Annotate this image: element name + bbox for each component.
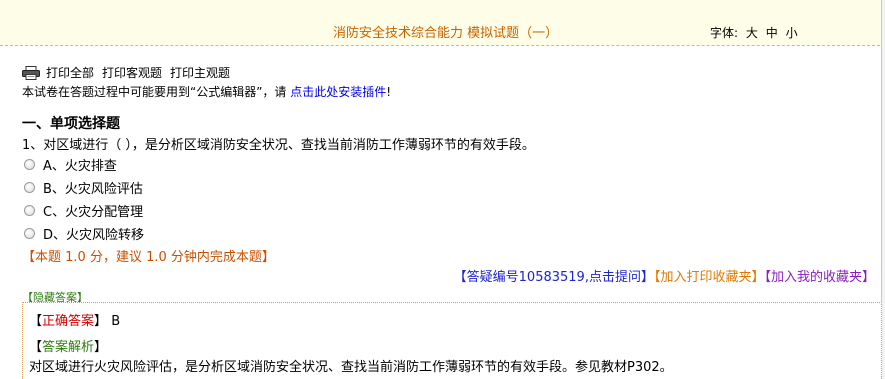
radio-button[interactable] [24,159,35,170]
print-subjective-link[interactable]: 打印主观题 [170,64,230,81]
option-b[interactable]: B、火灾风险评估 [24,178,143,197]
ask-question-link[interactable]: 【答疑编号10583519,点击提问】 [454,270,654,285]
install-plugin-link[interactable]: 点击此处安装插件 [290,85,386,99]
print-objective-link[interactable]: 打印客观题 [102,64,162,81]
question-actions: 【答疑编号10583519,点击提问】【加入打印收藏夹】【加入我的收藏夹】 [454,266,875,285]
font-large-option[interactable]: 大 [746,26,758,40]
plugin-notice: 本试卷在答题过程中可能要用到“公式编辑器”，请 点击此处安装插件! [22,83,391,100]
analysis-label: 答案解析 [42,340,95,355]
option-a-label: A、火灾排查 [43,159,117,174]
add-print-favorites-link[interactable]: 【加入打印收藏夹】 [654,270,765,285]
bracket-open: 【 [29,314,43,329]
bracket-open: 【 [29,340,43,355]
option-b-label: B、火灾风险评估 [43,182,143,197]
option-a[interactable]: A、火灾排查 [24,155,117,174]
question-text: 1、对区域进行（ ），是分析区域消防安全状况、查找当前消防工作薄弱环节的有效手段… [22,138,535,153]
add-my-favorites-link[interactable]: 【加入我的收藏夹】 [764,270,875,285]
exam-header: 消防安全技术综合能力 模拟试题（一） 字体: 大 中 小 [0,0,885,46]
font-small-option[interactable]: 小 [786,26,798,40]
print-toolbar: 打印全部 打印客观题 打印主观题 [22,64,238,81]
bracket-close: 】 [94,314,108,329]
print-all-link[interactable]: 打印全部 [46,64,94,81]
section-title: 一、单项选择题 [22,116,120,132]
exam-title: 消防安全技术综合能力 模拟试题（一） [333,26,559,41]
correct-answer-label: 正确答案 [42,314,95,329]
font-size-label: 字体: [710,26,739,40]
option-c-label: C、火灾分配管理 [43,205,144,220]
analysis-text: 对区域进行火灾风险评估，是分析区域消防安全状况、查找当前消防工作薄弱环节的有效手… [29,360,673,375]
printer-icon[interactable] [22,65,40,80]
answer-panel: 【正确答案】 B 【答案解析】 对区域进行火灾风险评估，是分析区域消防安全状况、… [22,302,882,379]
bracket-close: 】 [94,340,108,355]
font-medium-option[interactable]: 中 [766,26,778,40]
score-hint: 【本题 1.0 分，建议 1.0 分钟内完成本题】 [22,250,275,265]
correct-answer-value: B [111,314,121,329]
correct-answer-line: 【正确答案】 B [29,310,120,329]
font-size-control: 字体: 大 中 小 [710,24,802,41]
analysis-heading: 【答案解析】 [29,336,107,355]
option-d[interactable]: D、火灾风险转移 [24,224,144,243]
notice-end: ! [386,85,392,99]
notice-text: 本试卷在答题过程中可能要用到“公式编辑器”，请 [22,85,291,99]
radio-button[interactable] [24,182,35,193]
option-c[interactable]: C、火灾分配管理 [24,201,143,220]
radio-button[interactable] [24,205,35,216]
radio-button[interactable] [24,228,35,239]
option-d-label: D、火灾风险转移 [43,228,145,243]
